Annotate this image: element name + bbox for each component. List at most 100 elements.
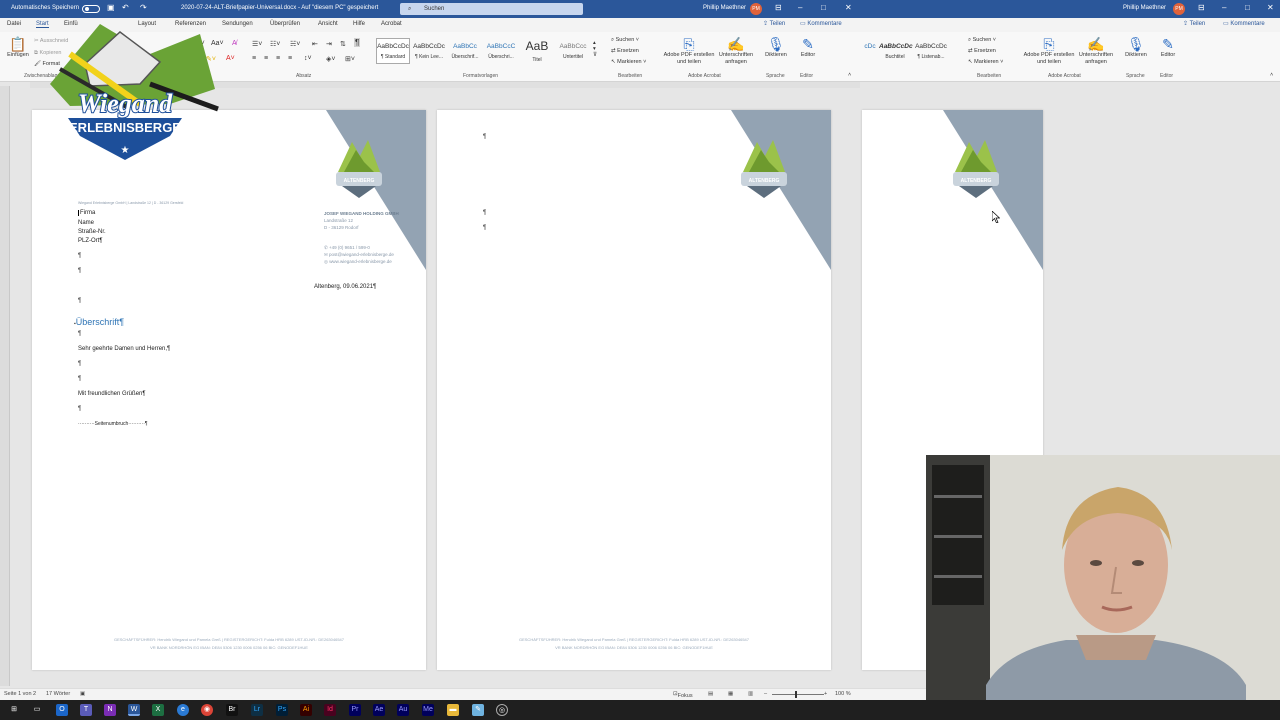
undo-icon[interactable]: ↶ xyxy=(122,3,129,12)
align-right-icon[interactable]: ≡ xyxy=(276,55,280,62)
styles-scroll-icon[interactable]: ▴ ▾ ⊽ xyxy=(593,40,597,58)
word-count[interactable]: 17 Wörter xyxy=(46,691,70,697)
chrome-icon[interactable]: ◉ xyxy=(201,704,213,716)
zoom-level[interactable]: 100 % xyxy=(835,691,851,697)
bridge-icon[interactable]: Br xyxy=(226,704,238,716)
share-button[interactable]: ⇪ Teilen xyxy=(763,20,785,27)
sort-icon[interactable]: ⇅ xyxy=(340,40,346,48)
letter-date[interactable]: Altenberg, 09.06.2021¶ xyxy=(314,284,376,290)
document-page-2[interactable]: ALTENBERG ¶ ¶ ¶ GESCHÄFTSFÜHRER: Hendrik… xyxy=(437,110,831,670)
teams-icon[interactable]: T xyxy=(80,704,92,716)
multilevel-list-icon[interactable]: ☵˅ xyxy=(290,40,300,48)
decrease-indent-icon[interactable]: ⇤ xyxy=(312,40,318,48)
media-encoder-icon[interactable]: Me xyxy=(422,704,434,716)
outlook-icon[interactable]: O xyxy=(56,704,68,716)
illustrator-icon[interactable]: Ai xyxy=(300,704,312,716)
edge-icon[interactable]: e xyxy=(177,704,189,716)
save-icon[interactable]: ▣ xyxy=(107,3,115,12)
find-button-secondary: ⌕ Suchen ˅ xyxy=(968,37,997,43)
tab-ansicht[interactable]: Ansicht xyxy=(318,21,338,27)
web-layout-icon[interactable]: ▥ xyxy=(748,691,753,697)
paste-button[interactable]: 📋 Einfügen xyxy=(6,36,30,59)
tab-datei[interactable]: Datei xyxy=(7,21,21,27)
close-icon[interactable]: ✕ xyxy=(845,3,852,12)
dictate-button[interactable]: 🎙 Diktieren xyxy=(762,36,790,59)
show-formatting-icon[interactable]: ¶ xyxy=(354,38,361,47)
zoom-slider[interactable] xyxy=(772,694,824,695)
zoom-in-icon[interactable]: + xyxy=(824,691,827,697)
style-kein-leerraum[interactable]: AaBbCcDc ¶ Kein Lee... xyxy=(412,38,446,64)
tab-acrobat[interactable]: Acrobat xyxy=(381,21,402,27)
indesign-icon[interactable]: Id xyxy=(324,704,336,716)
recipient-company[interactable]: Firma xyxy=(78,210,95,216)
zoom-out-icon[interactable]: – xyxy=(764,691,767,697)
maximize-icon[interactable]: □ xyxy=(821,3,826,12)
increase-indent-icon[interactable]: ⇥ xyxy=(326,40,332,48)
style-standard[interactable]: AaBbCcDc ¶ Standard xyxy=(376,38,410,64)
align-center-icon[interactable]: ≡ xyxy=(264,55,268,62)
ribbon-display-icon[interactable]: ⊟ xyxy=(775,3,782,12)
editor-button[interactable]: ✎ Editor xyxy=(796,36,820,59)
read-mode-icon[interactable]: ▤ xyxy=(708,691,713,697)
bullets-icon[interactable]: ☰˅ xyxy=(252,40,262,48)
document-title[interactable]: 2020-07-24-ALT-Briefpapier-Universal.doc… xyxy=(181,5,378,11)
windows-start-icon[interactable]: ⊞ xyxy=(8,704,20,716)
recipient-street[interactable]: Straße-Nr. xyxy=(78,229,106,235)
align-left-icon[interactable]: ≡ xyxy=(252,55,256,62)
minimize-icon-secondary: – xyxy=(1222,3,1227,12)
style-untertitel[interactable]: AaBbCcc Untertitel xyxy=(556,38,590,64)
vertical-ruler[interactable] xyxy=(0,86,10,686)
proofing-icon[interactable]: ▣ xyxy=(80,691,85,697)
font-color-icon[interactable]: A˅ xyxy=(226,55,235,62)
status-bar: Seite 1 von 2 17 Wörter ▣ ⊡ Fokus ▤ ▦ ▥ … xyxy=(0,688,926,700)
autosave-toggle[interactable] xyxy=(82,5,100,13)
avatar[interactable]: PM xyxy=(750,3,762,15)
minimize-icon[interactable]: – xyxy=(798,3,802,12)
search-input[interactable]: ⌕ Suchen xyxy=(400,3,583,15)
tab-ueberpruefen[interactable]: Überprüfen xyxy=(270,21,300,27)
onenote-icon[interactable]: N xyxy=(104,704,116,716)
select-button[interactable]: ↖ Markieren ˅ xyxy=(611,59,646,65)
redo-icon[interactable]: ↷ xyxy=(140,3,147,12)
salutation[interactable]: Sehr geehrte Damen und Herren,¶ xyxy=(78,346,170,352)
notepad-icon[interactable]: ✎ xyxy=(472,704,484,716)
clear-format-icon[interactable]: A̸ xyxy=(232,40,237,47)
print-layout-icon[interactable]: ▦ xyxy=(728,691,733,697)
borders-icon[interactable]: ⊞˅ xyxy=(345,55,355,63)
justify-icon[interactable]: ≡ xyxy=(288,55,292,62)
zoom-slider-handle[interactable] xyxy=(795,691,797,698)
photoshop-icon[interactable]: Ps xyxy=(276,704,288,716)
page-count[interactable]: Seite 1 von 2 xyxy=(4,691,36,697)
replace-button[interactable]: ⇄ Ersetzen xyxy=(611,48,639,54)
closing[interactable]: Mit freundlichen Grüßen¶ xyxy=(78,391,146,397)
after-effects-icon[interactable]: Ae xyxy=(373,704,385,716)
lightroom-icon[interactable]: Lr xyxy=(251,704,263,716)
premiere-icon[interactable]: Pr xyxy=(349,704,361,716)
file-explorer-icon[interactable]: ▬ xyxy=(447,704,459,716)
shading-icon[interactable]: ◈˅ xyxy=(326,55,335,63)
audition-icon[interactable]: Au xyxy=(397,704,409,716)
focus-button[interactable]: ⊡ Fokus xyxy=(673,691,693,699)
recording-app-icon[interactable]: ◎ xyxy=(496,704,508,716)
excel-icon[interactable]: X xyxy=(152,704,164,716)
style-ueberschrift2[interactable]: AaBbCcC Überschri... xyxy=(484,38,518,64)
word-icon[interactable]: W xyxy=(128,704,140,716)
collapse-ribbon-icon[interactable]: ˄ xyxy=(848,72,851,78)
style-titel[interactable]: AaB Titel xyxy=(520,38,554,64)
style-ueberschrift1[interactable]: AaBbCc Überschrif... xyxy=(448,38,482,64)
line-spacing-icon[interactable]: ↕˅ xyxy=(304,55,312,62)
recipient-city[interactable]: PLZ-Ort¶ xyxy=(78,238,103,244)
user-name[interactable]: Phillip Maethner xyxy=(703,5,746,11)
tab-sendungen[interactable]: Sendungen xyxy=(222,21,253,27)
document-page-1[interactable]: ALTENBERG Wiegand Erlebnisberge GmbH | L… xyxy=(32,110,426,670)
recipient-name[interactable]: Name xyxy=(78,220,94,226)
tab-hilfe[interactable]: Hilfe xyxy=(353,21,365,27)
comments-button[interactable]: ▭ Kommentare xyxy=(800,20,842,27)
find-button[interactable]: ⌕ Suchen ˅ xyxy=(611,37,639,44)
numbering-icon[interactable]: ☷˅ xyxy=(270,40,280,48)
request-signatures-button[interactable]: ✍ Unterschriften anfragen xyxy=(714,36,758,66)
editor-group-label-secondary: Editor xyxy=(1160,73,1174,79)
letter-heading[interactable]: ▪Überschrift¶ xyxy=(74,317,124,327)
create-pdf-button[interactable]: ⎘ Adobe PDF erstellen und teilen xyxy=(660,36,718,66)
task-view-icon[interactable]: ▭ xyxy=(31,704,43,716)
